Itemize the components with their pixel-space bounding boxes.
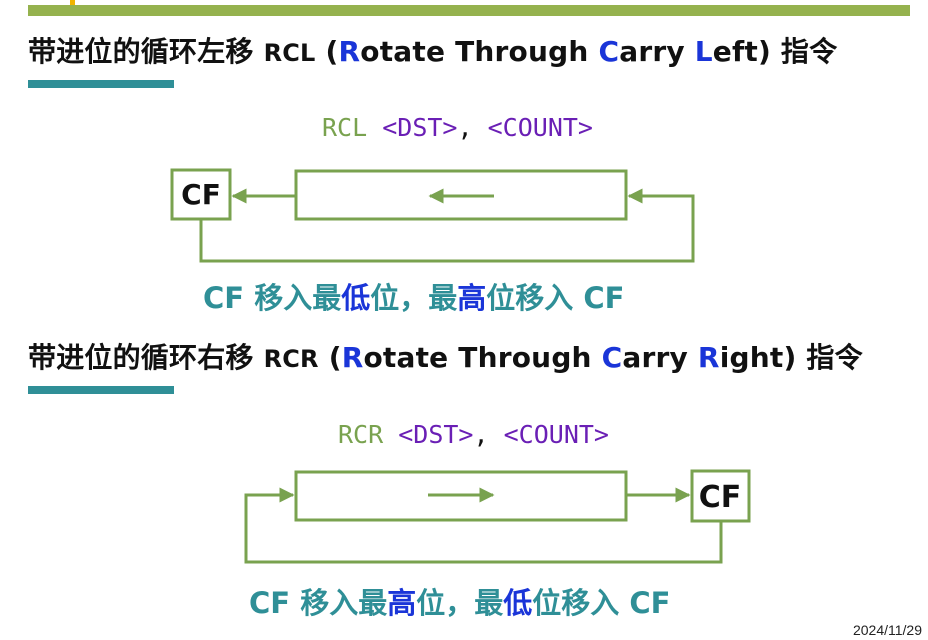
rcl-caption-part3: 位移入 CF <box>486 281 625 315</box>
rcl-caption: CF 移入最低位，最高位移入 CF <box>203 275 624 317</box>
rcr-syntax-count: <COUNT> <box>503 420 609 449</box>
rcr-syntax-op: RCR <box>338 420 384 449</box>
rcr-syntax-comma: , <box>473 420 489 449</box>
rcl-caption-part1: CF 移入最 <box>203 281 342 315</box>
rcr-title-suffix: 指令 <box>806 341 863 374</box>
rcr-caption: CF 移入最高位，最低位移入 CF <box>249 580 670 622</box>
rcr-paren-open: ( <box>328 341 342 374</box>
rcr-caption-part2: 位，最 <box>416 586 504 620</box>
rcr-diagram: CF <box>244 469 751 564</box>
footer-date: 2024/11/29 <box>852 622 922 638</box>
rcr-side-rest: ight <box>719 341 784 374</box>
rcr-caption-part1: CF 移入最 <box>249 586 388 620</box>
rcl-cf-label: CF <box>181 178 221 211</box>
rcr-caption-hl2: 低 <box>503 586 533 620</box>
rcr-letter-side: R <box>697 341 720 374</box>
rcl-caption-hl1: 低 <box>341 281 371 315</box>
rcr-letter-c: C <box>601 341 623 374</box>
rcr-letter-r: R <box>341 341 364 374</box>
rcr-syntax: RCR <DST>, <COUNT> <box>338 420 609 449</box>
rcl-caption-part2: 位，最 <box>370 281 458 315</box>
rcr-heading-underline <box>28 386 174 394</box>
rcr-mnemonic: RCR <box>263 345 319 373</box>
rcr-cf-label: CF <box>699 480 742 515</box>
rcr-caption-part3: 位移入 CF <box>532 586 671 620</box>
rcr-paren-close: ) <box>783 341 797 374</box>
rotate-diagrams: CF CF <box>170 168 751 564</box>
rcr-caption-hl1: 高 <box>387 586 417 620</box>
rcr-syntax-dst: <DST> <box>398 420 474 449</box>
rcr-title-cn: 带进位的循环右移 <box>28 341 254 374</box>
rcr-arry: arry <box>622 341 698 374</box>
rcl-caption-hl2: 高 <box>457 281 487 315</box>
rcl-diagram: CF <box>170 168 695 263</box>
rcr-heading: 带进位的循环右移 RCR (Rotate Through Carry Right… <box>28 336 863 376</box>
rcr-otate: otate Through <box>363 341 602 374</box>
